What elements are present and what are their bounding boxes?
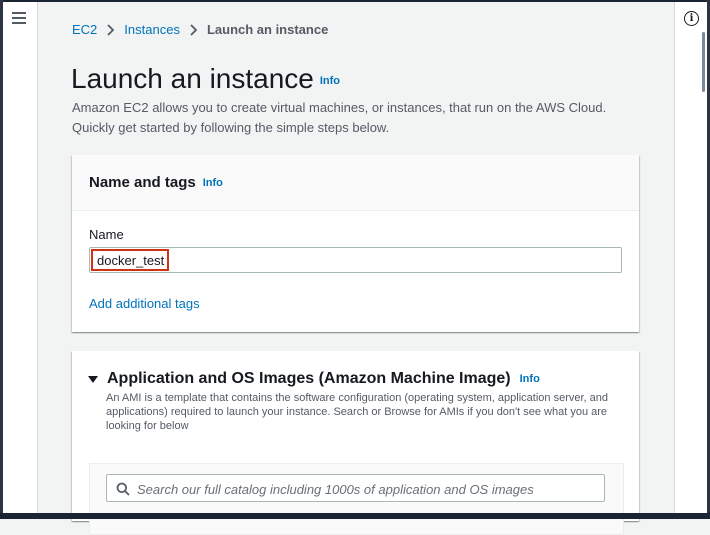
application-os-images-panel: Application and OS Images (Amazon Machin…	[72, 351, 639, 535]
name-tags-info-link[interactable]: Info	[203, 177, 223, 189]
panel-title-text[interactable]: Application and OS Images (Amazon Machin…	[107, 370, 511, 388]
window-frame-bottom	[0, 513, 710, 519]
ami-search-box[interactable]	[106, 474, 605, 502]
page-title: Launch an instance Info	[71, 63, 340, 95]
ami-search-area	[89, 463, 624, 535]
panel-title: Application and OS Images (Amazon Machin…	[88, 370, 540, 388]
name-input[interactable]	[89, 247, 622, 273]
page-title-text: Launch an instance	[71, 63, 314, 94]
search-icon	[116, 482, 130, 496]
side-navigation-strip	[3, 2, 38, 513]
breadcrumb-instances[interactable]: Instances	[124, 22, 180, 37]
breadcrumb: EC2 Instances Launch an instance	[72, 22, 328, 37]
page-info-link[interactable]: Info	[320, 75, 340, 87]
chevron-right-icon	[189, 23, 198, 36]
scrollbar-thumb[interactable]	[702, 32, 705, 92]
window-frame-top	[0, 0, 710, 2]
info-circle-icon[interactable]: i	[684, 11, 699, 26]
tools-panel-strip: i	[674, 2, 707, 513]
ami-description: An AMI is a template that contains the s…	[106, 392, 608, 432]
ami-info-link[interactable]: Info	[520, 373, 540, 385]
page-description: Amazon EC2 allows you to create virtual …	[72, 100, 607, 135]
menu-icon[interactable]	[12, 12, 26, 24]
caret-down-icon[interactable]	[88, 375, 98, 383]
chevron-right-icon	[106, 23, 115, 36]
name-and-tags-panel: Name and tags Info Name Add additional ta…	[72, 155, 639, 332]
name-field-label: Name	[89, 227, 124, 242]
panel-title: Name and tags Info	[89, 174, 223, 191]
panel-title-text: Name and tags	[89, 174, 196, 191]
panel-header: Name and tags Info	[72, 155, 639, 211]
breadcrumb-current: Launch an instance	[206, 22, 329, 37]
breadcrumb-ec2[interactable]: EC2	[72, 22, 97, 37]
add-additional-tags-link[interactable]: Add additional tags	[89, 296, 200, 311]
ami-search-input[interactable]	[135, 478, 599, 500]
